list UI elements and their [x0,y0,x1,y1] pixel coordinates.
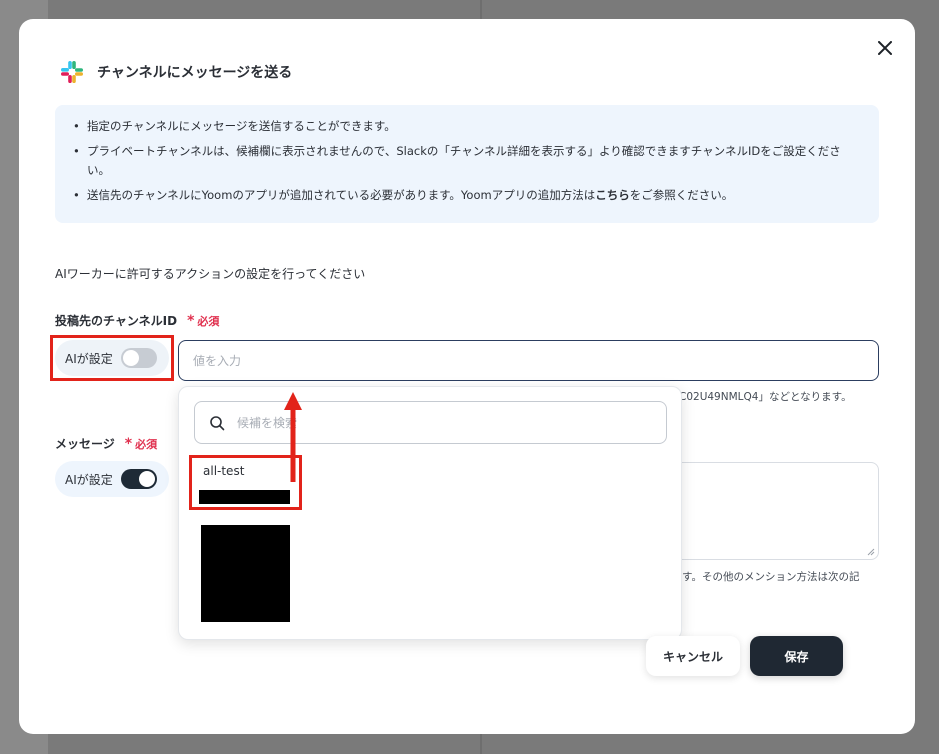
resize-handle-icon[interactable] [867,548,875,556]
message-label: メッセージ * 必須 [55,435,158,452]
candidate-search-box[interactable] [194,401,667,444]
channel-ai-toggle[interactable]: AIが設定 [55,340,169,376]
required-badge: * 必須 [187,312,220,329]
channel-id-hint: C02U49NMLQ4」などとなります。 [679,391,852,403]
toggle-switch[interactable] [120,469,157,489]
arrow-up-icon [284,392,302,482]
channel-id-label: 投稿先のチャンネルID * 必須 [55,312,220,329]
message-textarea[interactable] [669,462,879,560]
channel-dropdown: all-test [178,386,682,640]
help-link[interactable]: こちら [595,188,630,202]
dialog-header: チャンネルにメッセージを送る [59,59,292,85]
search-icon [210,415,225,430]
toggle-switch[interactable] [120,348,157,368]
dropdown-option[interactable]: all-test [203,464,244,478]
save-button[interactable]: 保存 [750,636,843,676]
info-item: • 指定のチャンネルにメッセージを送信することができます。 [73,119,396,133]
close-icon[interactable] [874,37,896,59]
message-ai-toggle[interactable]: AIが設定 [55,461,169,497]
info-box: • 指定のチャンネルにメッセージを送信することができます。 • プライベートチャンネ… [55,105,879,223]
send-message-dialog: チャンネルにメッセージを送る • 指定のチャンネルにメッセージを送信することができ… [19,19,915,734]
slack-logo-icon [61,61,83,83]
channel-id-input[interactable] [178,340,879,381]
redacted-text [199,490,290,504]
dialog-title: チャンネルにメッセージを送る [97,65,293,81]
redacted-block [201,525,290,622]
required-badge: * 必須 [124,435,158,452]
info-item: • プライベートチャンネルは、候補欄に表示されませんので、Slackの「チャンネル… [73,144,841,177]
section-description: AIワーカーに許可するアクションの設定を行ってください [55,267,366,281]
info-item: • 送信先のチャンネルにYoomのアプリが追加されている必要があります。Yoomア… [73,188,734,202]
message-hint: きます。その他のメンション方法は次の記 [661,571,860,583]
cancel-button[interactable]: キャンセル [646,636,740,676]
